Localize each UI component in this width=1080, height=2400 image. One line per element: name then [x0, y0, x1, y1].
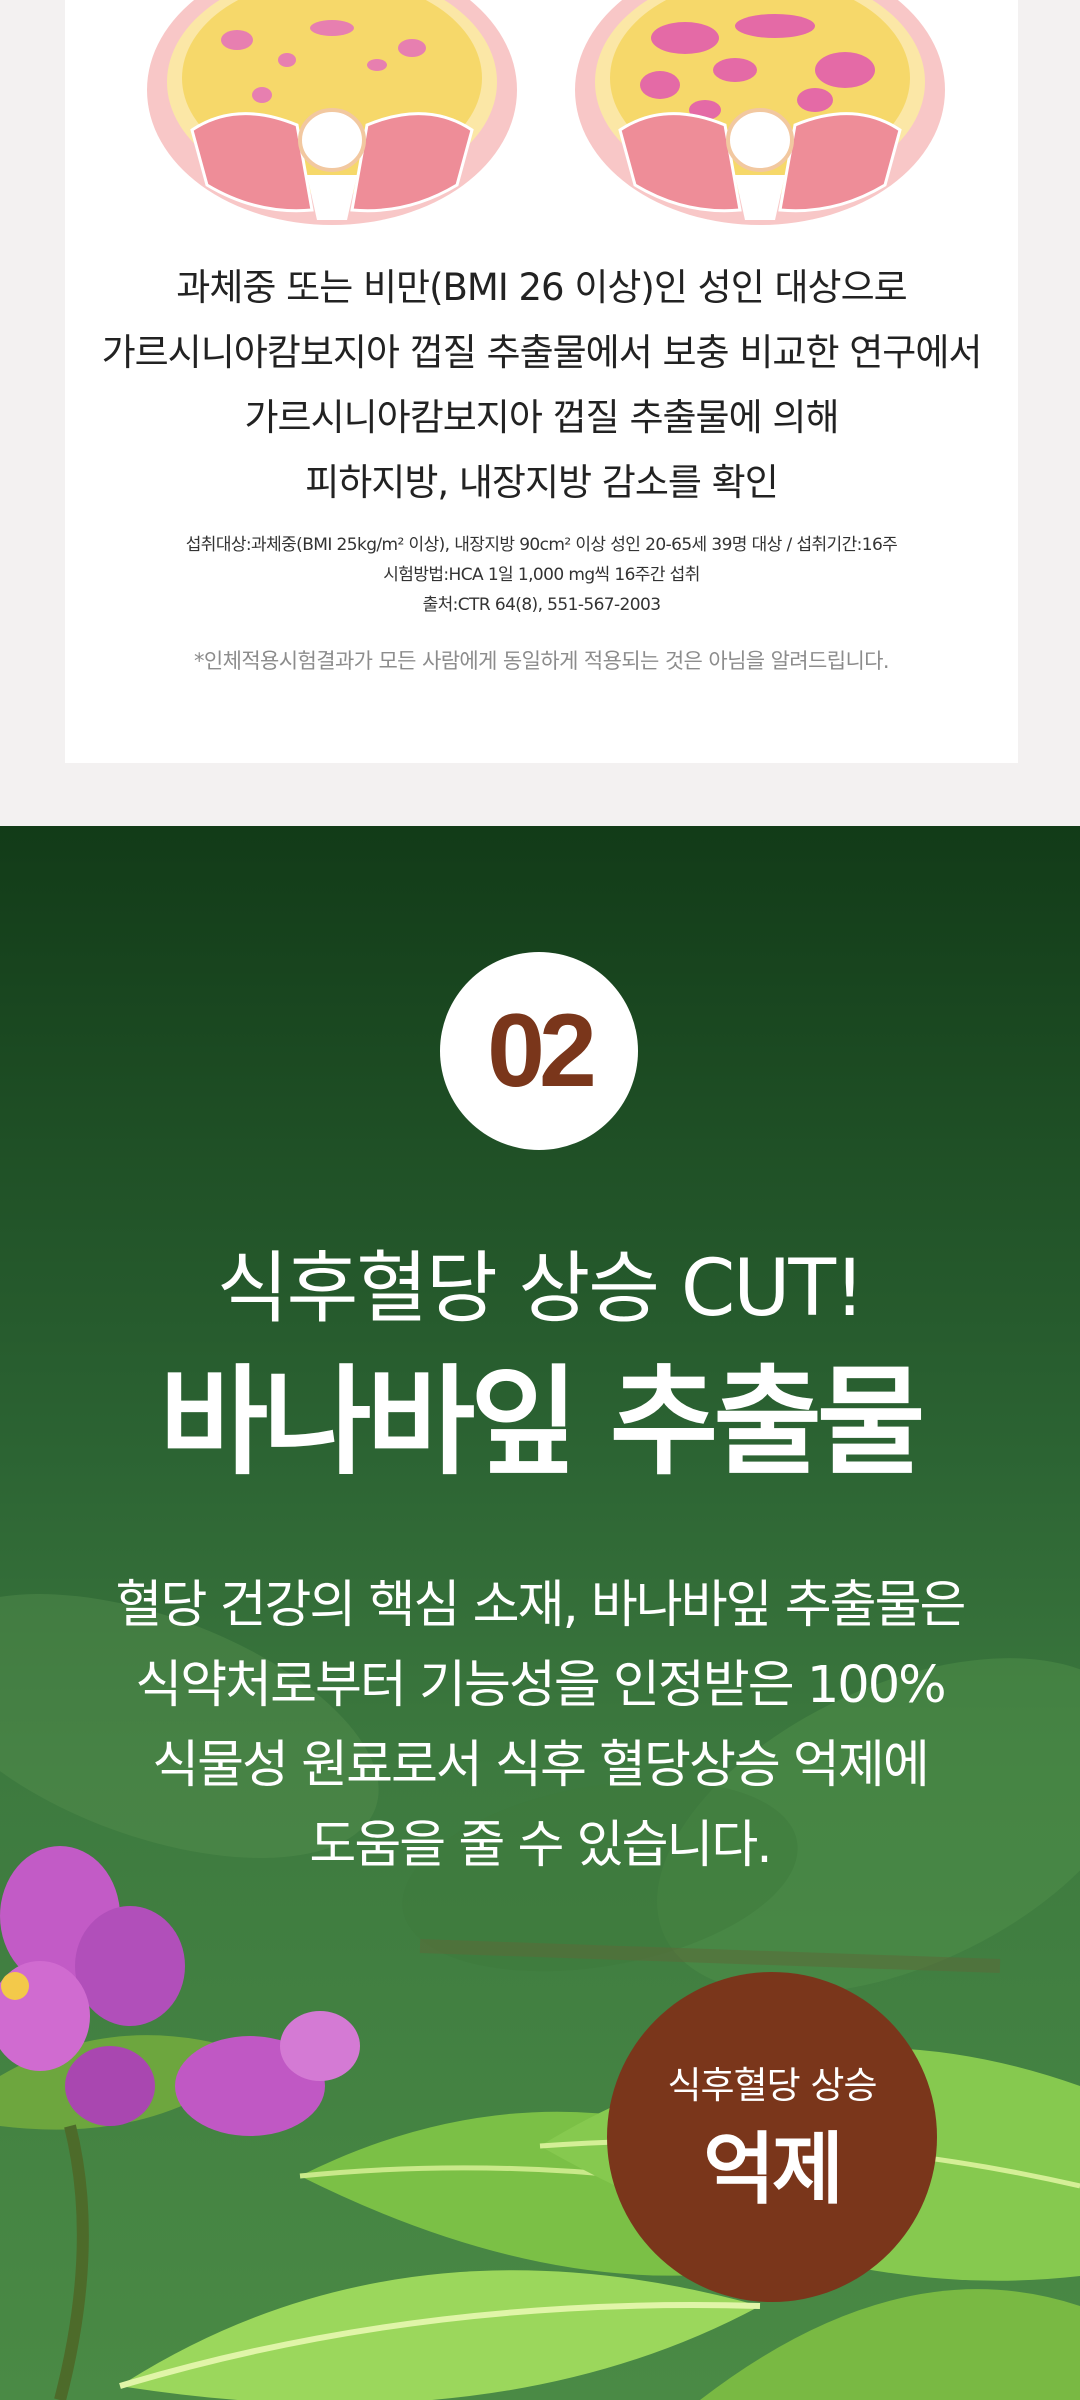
abdomen-cross-section-before-illustration [147, 0, 517, 225]
study-headline-line: 가르시니아캄보지아 껍질 추출물에서 보충 비교한 연구에서 [101, 331, 983, 374]
blood-sugar-suppression-badge: 식후혈당 상승 억제 [607, 1972, 937, 2302]
section-description-line: 식약처로부터 기능성을 인정받은 100% [135, 1656, 946, 1715]
product-detail-page: 과체중 또는 비만(BMI 26 이상)인 성인 대상으로 가르시니아캄보지아 … [0, 0, 1080, 2400]
badge-label-small: 식후혈당 상승 [667, 2064, 877, 2107]
section-subtitle: 식후혈당 상승 CUT! [216, 1244, 866, 1334]
study-reference-line: 시험방법:HCA 1일 1,000 mg씩 16주간 섭취 [383, 565, 700, 585]
section-number: 02 [487, 992, 597, 1109]
study-reference: 섭취대상:과체중(BMI 25kg/m² 이상), 내장지방 90cm² 이상 … [65, 530, 1018, 620]
section-description-line: 도움을 줄 수 있습니다. [309, 1816, 772, 1875]
badge-label-big: 억제 [703, 2125, 844, 2215]
study-result-card: 과체중 또는 비만(BMI 26 이상)인 성인 대상으로 가르시니아캄보지아 … [65, 0, 1018, 763]
abdomen-cross-section-after-illustration [575, 0, 945, 225]
section-title: 바나바잎 추출물 [159, 1353, 925, 1491]
section-description-line: 혈당 건강의 핵심 소재, 바나바잎 추출물은 [115, 1576, 967, 1635]
study-reference-line: 섭취대상:과체중(BMI 25kg/m² 이상), 내장지방 90cm² 이상 … [185, 535, 898, 555]
study-headline-line: 가르시니아캄보지아 껍질 추출물에 의해 [244, 396, 840, 439]
study-headline-line: 피하지방, 내장지방 감소를 확인 [305, 461, 779, 504]
study-headline: 과체중 또는 비만(BMI 26 이상)인 성인 대상으로 가르시니아캄보지아 … [65, 255, 1018, 515]
study-headline-line: 과체중 또는 비만(BMI 26 이상)인 성인 대상으로 [176, 266, 907, 309]
section-description-line: 식물성 원료로서 식후 혈당상승 억제에 [152, 1736, 930, 1795]
banaba-leaf-section: 02 식후혈당 상승 CUT! 바나바잎 추출물 혈당 건강의 핵심 소재, 바… [0, 826, 1080, 2400]
study-disclaimer: *인체적용시험결과가 모든 사람에게 동일하게 적용되는 것은 아님을 알려드립… [194, 649, 890, 673]
section-description: 혈당 건강의 핵심 소재, 바나바잎 추출물은 식약처로부터 기능성을 인정받은… [0, 1566, 1080, 1886]
study-reference-line: 출처:CTR 64(8), 551-567-2003 [422, 595, 661, 615]
section-number-badge: 02 [440, 952, 638, 1150]
